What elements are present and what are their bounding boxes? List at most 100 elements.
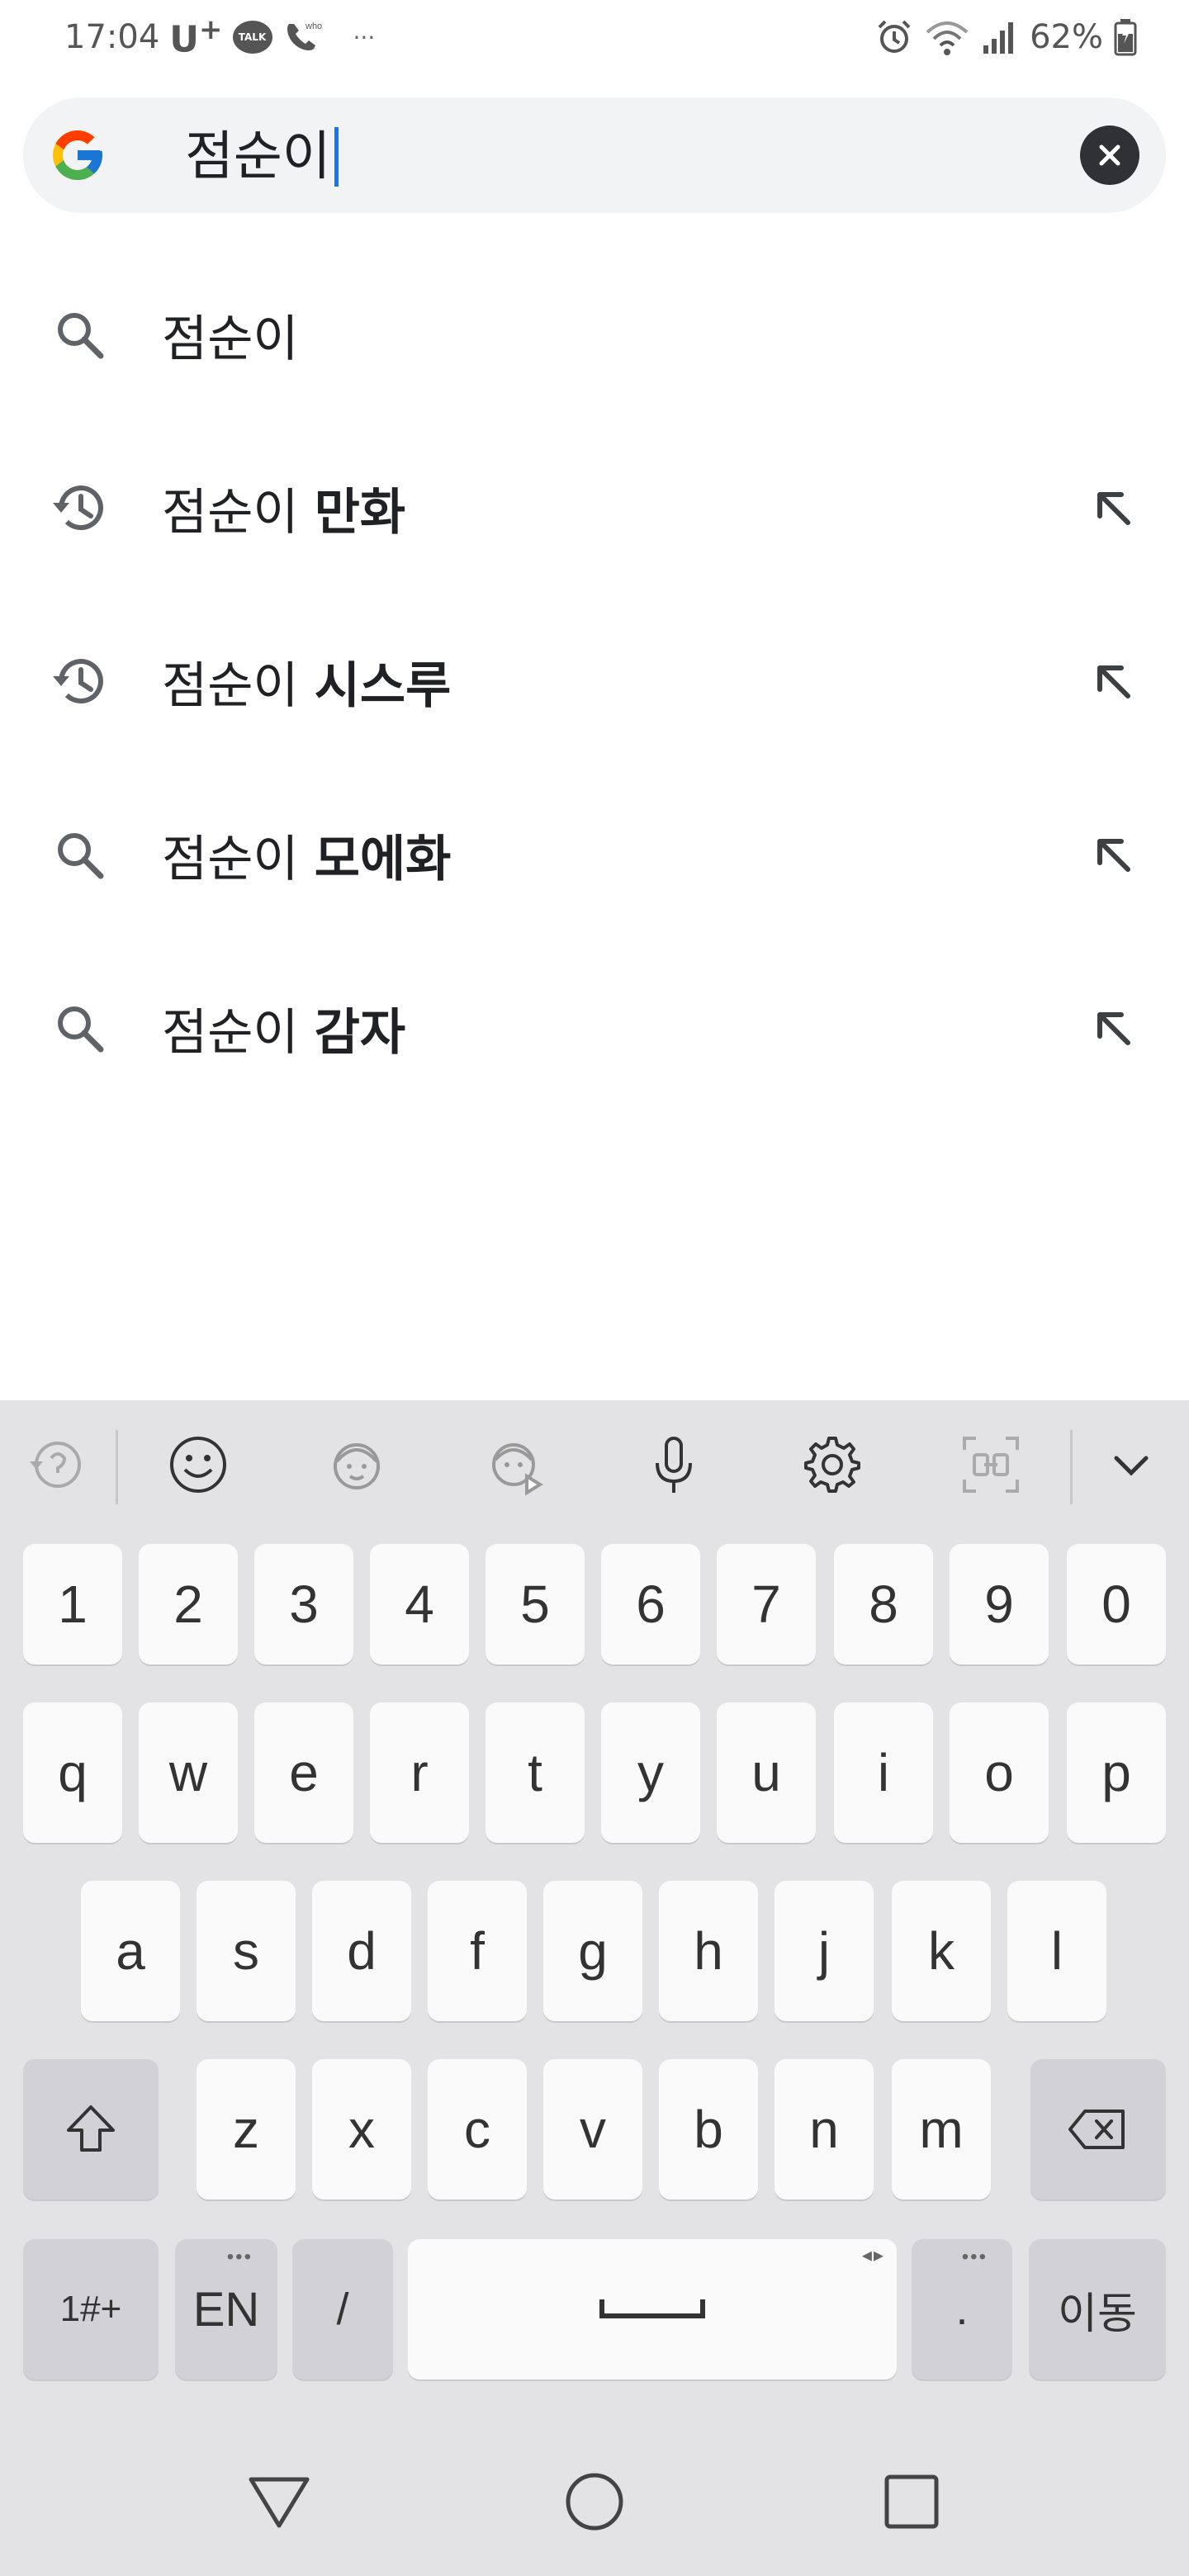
key-d[interactable]: d <box>312 1881 411 2021</box>
key-o[interactable]: o <box>950 1702 1049 1843</box>
go-label: 이동 <box>1058 2289 1137 2339</box>
recent-icon[interactable] <box>25 1432 91 1498</box>
recents-icon <box>884 2474 939 2529</box>
key-a[interactable]: a <box>81 1881 180 2021</box>
key-m[interactable]: m <box>892 2059 991 2200</box>
search-bar[interactable]: 점순이 <box>23 97 1166 213</box>
key-e[interactable]: e <box>254 1702 353 1843</box>
microphone-icon[interactable] <box>641 1432 707 1498</box>
key-q[interactable]: q <box>23 1702 122 1843</box>
key-b[interactable]: b <box>659 2059 758 2200</box>
suggestion-item[interactable]: 점순이 <box>0 248 1189 421</box>
clear-search-button[interactable] <box>1080 125 1139 185</box>
animated-sticker-icon[interactable] <box>482 1432 548 1498</box>
key-z[interactable]: z <box>197 2059 296 2200</box>
text-caret <box>334 127 339 187</box>
signal-icon <box>983 22 1014 54</box>
slash-key[interactable]: / <box>292 2239 393 2379</box>
google-logo-icon <box>53 130 102 180</box>
fill-query-arrow-icon[interactable] <box>1087 828 1139 881</box>
key-n[interactable]: n <box>775 2059 874 2200</box>
shift-key[interactable] <box>23 2059 159 2200</box>
suggestion-item[interactable]: 점순이 모에화 <box>0 768 1189 941</box>
whowho-call-icon: who <box>287 21 322 50</box>
key-8[interactable]: 8 <box>834 1544 933 1664</box>
shift-icon <box>67 2105 115 2152</box>
key-r[interactable]: r <box>370 1702 469 1843</box>
symbols-label: 1#+ <box>59 2289 122 2329</box>
suggestion-item[interactable]: 점순이 시스루 <box>0 594 1189 768</box>
key-k[interactable]: k <box>892 1881 991 2021</box>
key-4[interactable]: 4 <box>370 1544 469 1664</box>
key-s[interactable]: s <box>197 1881 296 2021</box>
status-left: 17:04 U+ TALK who ··· <box>64 13 375 61</box>
back-button[interactable] <box>244 2467 314 2536</box>
key-h[interactable]: h <box>659 1881 758 2021</box>
suggestion-text: 점순이 모에화 <box>162 819 451 891</box>
go-key[interactable]: 이동 <box>1029 2239 1166 2379</box>
search-icon <box>58 313 104 359</box>
backspace-icon <box>1068 2110 1125 2149</box>
more-notifications: ··· <box>353 23 376 51</box>
key-9[interactable]: 9 <box>950 1544 1049 1664</box>
language-label: EN <box>192 2282 260 2337</box>
fill-query-arrow-icon[interactable] <box>1087 1002 1139 1054</box>
search-query: 점순이 <box>185 126 331 187</box>
talk-notification-icon: TALK <box>232 21 272 54</box>
suggestion-item[interactable]: 점순이 만화 <box>0 421 1189 594</box>
bitmoji-icon[interactable] <box>324 1432 390 1498</box>
search-input[interactable]: 점순이 <box>185 127 339 187</box>
toolbar-divider <box>1070 1430 1073 1504</box>
suggestion-completion: 시스루 <box>314 656 452 715</box>
alarm-icon <box>878 20 911 53</box>
key-t[interactable]: t <box>486 1702 585 1843</box>
space-key[interactable]: ◂▸ <box>408 2239 897 2379</box>
search-icon <box>58 833 104 879</box>
key-x[interactable]: x <box>312 2059 411 2200</box>
key-g[interactable]: g <box>543 1881 642 2021</box>
key-0[interactable]: 0 <box>1067 1544 1166 1664</box>
carrier-sup: + <box>199 13 223 47</box>
suggestion-item[interactable]: 점순이 감자 <box>0 941 1189 1115</box>
symbols-key[interactable]: 1#+ <box>23 2239 159 2379</box>
key-5[interactable]: 5 <box>486 1544 585 1664</box>
key-l[interactable]: l <box>1007 1881 1106 2021</box>
suggestion-text: 점순이 만화 <box>162 472 405 544</box>
key-2[interactable]: 2 <box>139 1544 238 1664</box>
fill-query-arrow-icon[interactable] <box>1087 655 1139 708</box>
space-icon <box>599 2299 705 2318</box>
backspace-key[interactable] <box>1030 2059 1166 2200</box>
emoji-icon[interactable] <box>165 1432 231 1498</box>
home-button[interactable] <box>560 2467 629 2536</box>
key-7[interactable]: 7 <box>717 1544 816 1664</box>
status-bar: 17:04 U+ TALK who ··· 62% <box>0 0 1189 74</box>
toolbar-divider <box>116 1430 118 1504</box>
key-v[interactable]: v <box>543 2059 642 2200</box>
key-6[interactable]: 6 <box>601 1544 700 1664</box>
key-u[interactable]: u <box>717 1702 816 1843</box>
key-j[interactable]: j <box>775 1881 874 2021</box>
settings-icon[interactable] <box>799 1432 865 1498</box>
chevron-down-icon[interactable] <box>1098 1432 1164 1498</box>
period-key[interactable]: ••• . <box>912 2239 1012 2379</box>
key-3[interactable]: 3 <box>254 1544 353 1664</box>
status-right: 62% <box>874 17 1138 57</box>
long-press-dots: ••• <box>961 2246 988 2268</box>
translate-icon[interactable] <box>958 1432 1024 1498</box>
suggestion-completion: 모에화 <box>314 830 452 888</box>
key-p[interactable]: p <box>1067 1702 1166 1843</box>
navigation-bar <box>0 2427 1189 2576</box>
key-c[interactable]: c <box>428 2059 527 2200</box>
key-i[interactable]: i <box>834 1702 933 1843</box>
key-f[interactable]: f <box>428 1881 527 2021</box>
suggestion-prefix: 점순이 <box>162 310 299 368</box>
cursor-move-hint: ◂▸ <box>861 2244 885 2266</box>
suggestion-text: 점순이 시스루 <box>162 646 451 717</box>
recents-button[interactable] <box>877 2467 946 2536</box>
key-y[interactable]: y <box>601 1702 700 1843</box>
key-1[interactable]: 1 <box>23 1544 122 1664</box>
fill-query-arrow-icon[interactable] <box>1087 481 1139 534</box>
language-key[interactable]: ••• EN <box>175 2239 277 2379</box>
status-time: 17:04 <box>64 18 160 56</box>
key-w[interactable]: w <box>139 1702 238 1843</box>
